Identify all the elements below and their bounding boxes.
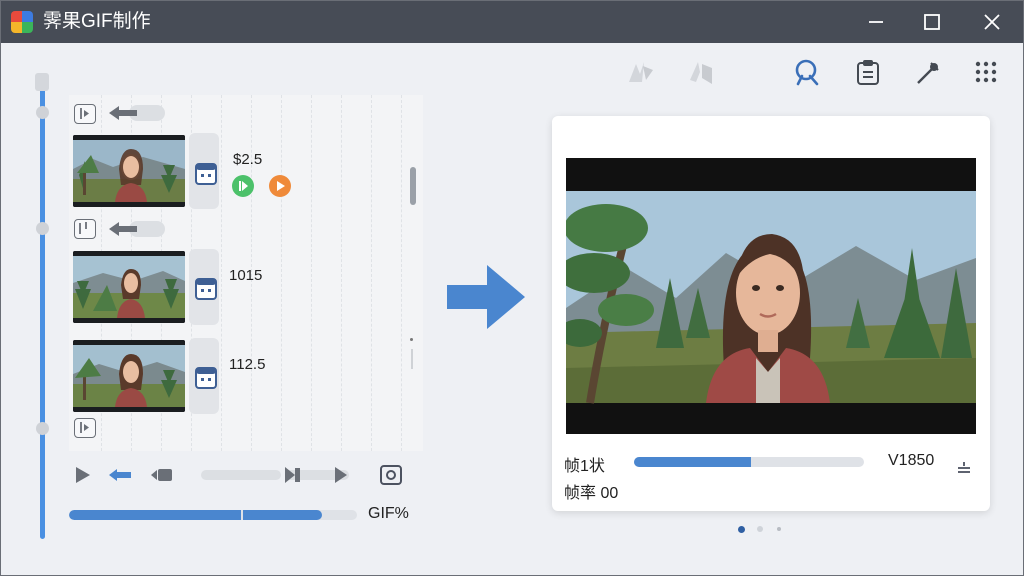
- eyedropper-icon: [917, 62, 939, 84]
- insert-frame-button[interactable]: [74, 219, 96, 239]
- timeline-playhead[interactable]: [35, 73, 49, 91]
- clip-duration-label: 112.5: [229, 356, 266, 373]
- search-button[interactable]: [791, 57, 821, 87]
- frame-insert-icon: [79, 222, 87, 234]
- preview-video[interactable]: [566, 158, 976, 434]
- preview-progress-bar[interactable]: [634, 457, 864, 467]
- film-clip-icon[interactable]: [149, 466, 175, 484]
- clip-thumbnail[interactable]: [73, 135, 185, 207]
- preview-value-label: V1850: [888, 452, 935, 469]
- clip-thumbnail[interactable]: [73, 340, 185, 412]
- export-progress-fill: [69, 510, 323, 520]
- search-icon: [795, 59, 819, 86]
- pager-dot[interactable]: [757, 526, 763, 532]
- share-disabled-icon: [690, 62, 712, 84]
- playback-speed-slider[interactable]: [201, 470, 281, 480]
- app-window: 霁果GIF制作 $2.5 1015 112.5 GIF% 帧1状 V1850 帧…: [0, 0, 1024, 576]
- magic-disabled-button[interactable]: [626, 57, 656, 87]
- clip-list-scrollbar[interactable]: [410, 167, 416, 205]
- window-title: 霁果GIF制作: [43, 11, 151, 32]
- magic-disabled-icon: [629, 62, 653, 82]
- play-icon[interactable]: [73, 465, 93, 485]
- calendar-icon[interactable]: [195, 276, 217, 300]
- gif-percent-label: GIF%: [368, 505, 409, 522]
- frame-status-label: 帧1状: [564, 458, 605, 475]
- scroll-dot: [410, 338, 413, 341]
- clipboard-button[interactable]: [853, 57, 883, 87]
- move-left-arrow-icon[interactable]: [107, 103, 165, 123]
- insert-frame-button[interactable]: [74, 418, 96, 438]
- frame-play-icon: [80, 422, 89, 433]
- close-button[interactable]: [969, 7, 1015, 37]
- grid-menu-button[interactable]: [971, 57, 1001, 87]
- pager-dot[interactable]: [777, 527, 781, 531]
- clip-play-button[interactable]: [232, 175, 254, 197]
- minimize-button[interactable]: [853, 7, 899, 37]
- preview-progress-fill: [634, 457, 752, 467]
- clip-duration-label: 1015: [229, 267, 263, 284]
- timeline-track[interactable]: [40, 87, 45, 539]
- play-icon: [277, 181, 285, 191]
- convert-arrow-icon: [447, 265, 525, 329]
- minimize-icon: [869, 21, 883, 23]
- eyedropper-button[interactable]: [913, 57, 943, 87]
- snapshot-icon[interactable]: [379, 464, 403, 486]
- clip-record-button[interactable]: [269, 175, 291, 197]
- move-left-arrow-icon[interactable]: [107, 219, 165, 239]
- preview-panel: 帧1状 V1850 帧率 00: [552, 116, 990, 511]
- frame-play-icon: [80, 108, 89, 119]
- timeline-marker[interactable]: [36, 106, 49, 119]
- clip-scene-image: [73, 135, 185, 207]
- clip-duration-label: $2.5: [233, 151, 263, 168]
- export-progress-bar[interactable]: [69, 510, 357, 520]
- clip-scene-image: [73, 251, 185, 323]
- clip-scene-image: [73, 340, 185, 412]
- timeline-marker[interactable]: [36, 422, 49, 435]
- scroll-track-mark: [411, 349, 413, 369]
- title-bar: 霁果GIF制作: [1, 1, 1023, 43]
- maximize-icon: [924, 14, 940, 30]
- grid-menu-icon: [975, 61, 997, 83]
- preview-scene-image: [566, 158, 976, 434]
- app-logo-icon: [11, 11, 33, 33]
- calendar-icon[interactable]: [195, 365, 217, 389]
- insert-frame-button[interactable]: [74, 104, 96, 124]
- close-icon: [984, 14, 1000, 30]
- divide-icon[interactable]: [956, 460, 972, 476]
- clipboard-icon: [857, 60, 879, 85]
- pager-dot-active[interactable]: [738, 526, 745, 533]
- share-disabled-button[interactable]: [686, 57, 716, 87]
- play-icon: [239, 181, 248, 191]
- trim-arrows-icon[interactable]: [281, 463, 353, 487]
- calendar-icon[interactable]: [195, 161, 217, 185]
- back-arrow-icon[interactable]: [107, 467, 133, 483]
- maximize-button[interactable]: [909, 7, 955, 37]
- timeline-marker[interactable]: [36, 222, 49, 235]
- clip-thumbnail[interactable]: [73, 251, 185, 323]
- frame-rate-label: 帧率 00: [564, 485, 619, 502]
